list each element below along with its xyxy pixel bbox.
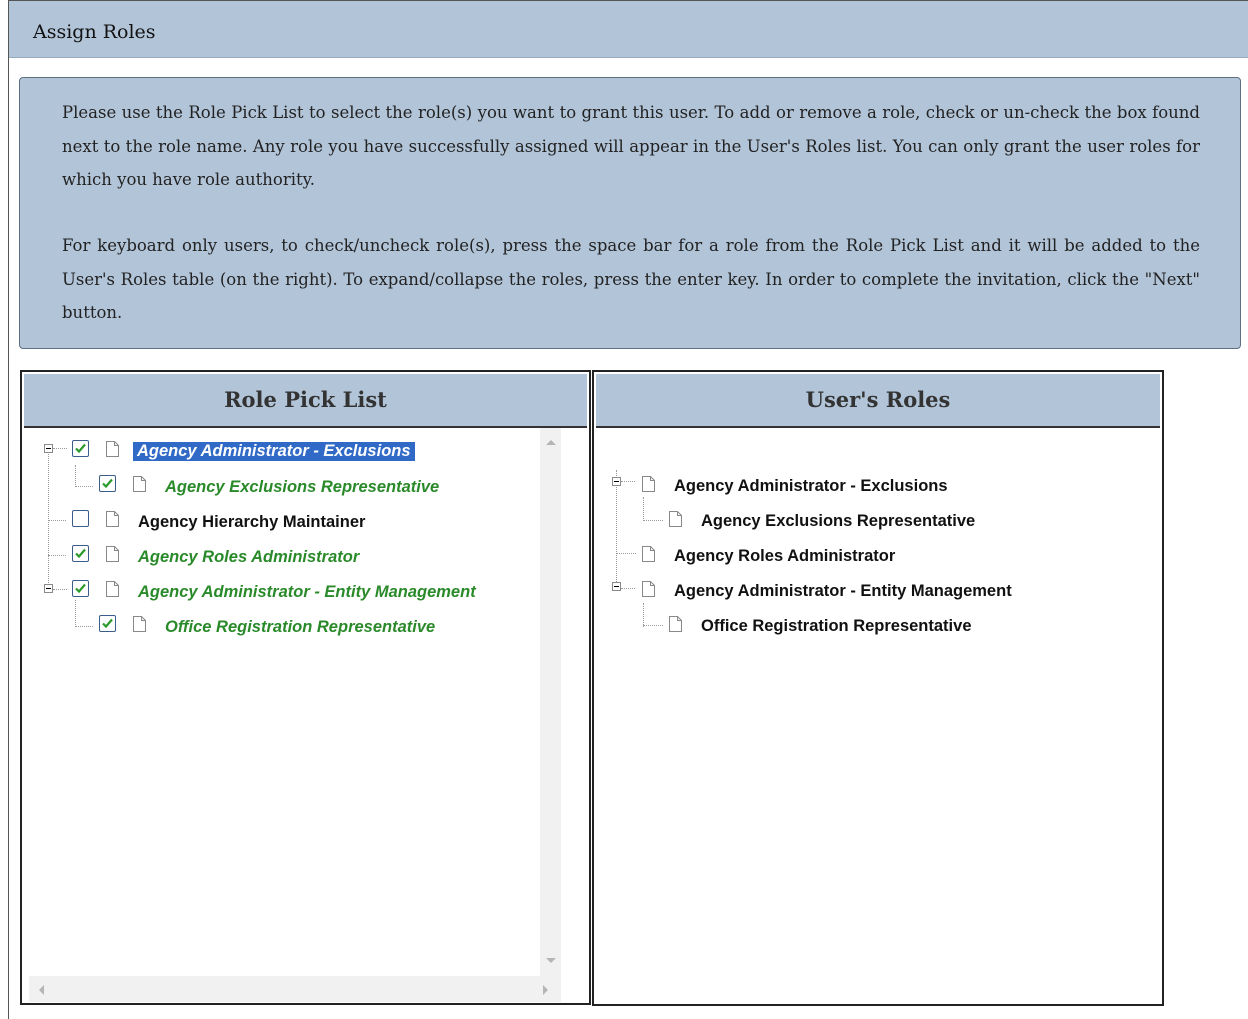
scroll-left-icon[interactable] [39, 985, 44, 995]
role-label[interactable]: Agency Administrator - Exclusions [133, 442, 415, 461]
keyboard-instructions-paragraph: For keyboard only users, to check/unchec… [62, 236, 1200, 322]
pick-list-item[interactable]: Agency Hierarchy Maintainer [40, 510, 460, 536]
checkbox-icon[interactable] [99, 615, 116, 632]
collapse-icon[interactable] [612, 477, 621, 486]
collapse-icon[interactable] [612, 582, 621, 591]
checkbox-icon[interactable] [72, 545, 89, 562]
scroll-right-icon[interactable] [543, 985, 548, 995]
role-label[interactable]: Office Registration Representative [165, 618, 435, 637]
role-label: Office Registration Representative [701, 617, 972, 635]
user-role-item[interactable]: Office Registration Representative [608, 614, 1028, 640]
document-icon [642, 476, 655, 492]
collapse-icon[interactable] [44, 444, 53, 453]
pick-list-item[interactable]: Agency Administrator - Entity Management [40, 580, 530, 606]
user-role-item[interactable]: Agency Administrator - Exclusions [608, 474, 1028, 500]
role-label: Agency Exclusions Representative [701, 512, 976, 530]
users-roles-title: User's Roles [805, 387, 951, 412]
pick-list-item[interactable]: Office Registration Representative [40, 615, 480, 641]
user-role-item[interactable]: Agency Roles Administrator [608, 544, 1028, 570]
user-role-item[interactable]: Agency Administrator - Entity Management [608, 579, 1088, 605]
document-icon [106, 581, 119, 597]
horizontal-scrollbar[interactable] [29, 976, 561, 1002]
document-icon [133, 616, 146, 632]
role-label[interactable]: Agency Hierarchy Maintainer [138, 513, 365, 532]
user-role-item[interactable]: Agency Exclusions Representative [608, 509, 1028, 535]
collapse-icon[interactable] [44, 584, 53, 593]
checkbox-icon[interactable] [99, 475, 116, 492]
checkbox-icon[interactable] [72, 510, 89, 527]
pick-list-item[interactable]: Agency Administrator - Exclusions [40, 440, 460, 466]
users-roles-panel: User's Roles [592, 370, 1164, 1006]
instructions-paragraph: Please use the Role Pick List to select … [62, 103, 1200, 189]
document-icon [106, 441, 119, 457]
document-icon [669, 616, 682, 632]
pick-list-item[interactable]: Agency Roles Administrator [40, 545, 460, 571]
role-pick-list-header: Role Pick List [24, 374, 587, 428]
page-title: Assign Roles [33, 21, 156, 43]
document-icon [106, 546, 119, 562]
role-label: Agency Administrator - Entity Management [674, 582, 1012, 600]
checkbox-icon[interactable] [72, 580, 89, 597]
role-label: Agency Administrator - Exclusions [674, 477, 948, 495]
scroll-up-icon[interactable] [546, 440, 556, 445]
document-icon [669, 511, 682, 527]
role-label[interactable]: Agency Roles Administrator [138, 548, 359, 567]
instructions-box: Please use the Role Pick List to select … [19, 77, 1241, 349]
role-pick-list-title: Role Pick List [224, 387, 387, 412]
vertical-scrollbar[interactable] [540, 428, 561, 976]
pick-list-item[interactable]: Agency Exclusions Representative [40, 475, 480, 501]
scroll-down-icon[interactable] [546, 958, 556, 963]
role-label: Agency Roles Administrator [674, 547, 896, 565]
role-label[interactable]: Agency Exclusions Representative [165, 478, 439, 497]
document-icon [642, 581, 655, 597]
document-icon [642, 546, 655, 562]
role-label[interactable]: Agency Administrator - Entity Management [138, 583, 476, 602]
title-bar: Assign Roles [9, 1, 1248, 58]
checkbox-icon[interactable] [72, 440, 89, 457]
document-icon [106, 511, 119, 527]
document-icon [133, 476, 146, 492]
users-roles-header: User's Roles [596, 374, 1160, 428]
